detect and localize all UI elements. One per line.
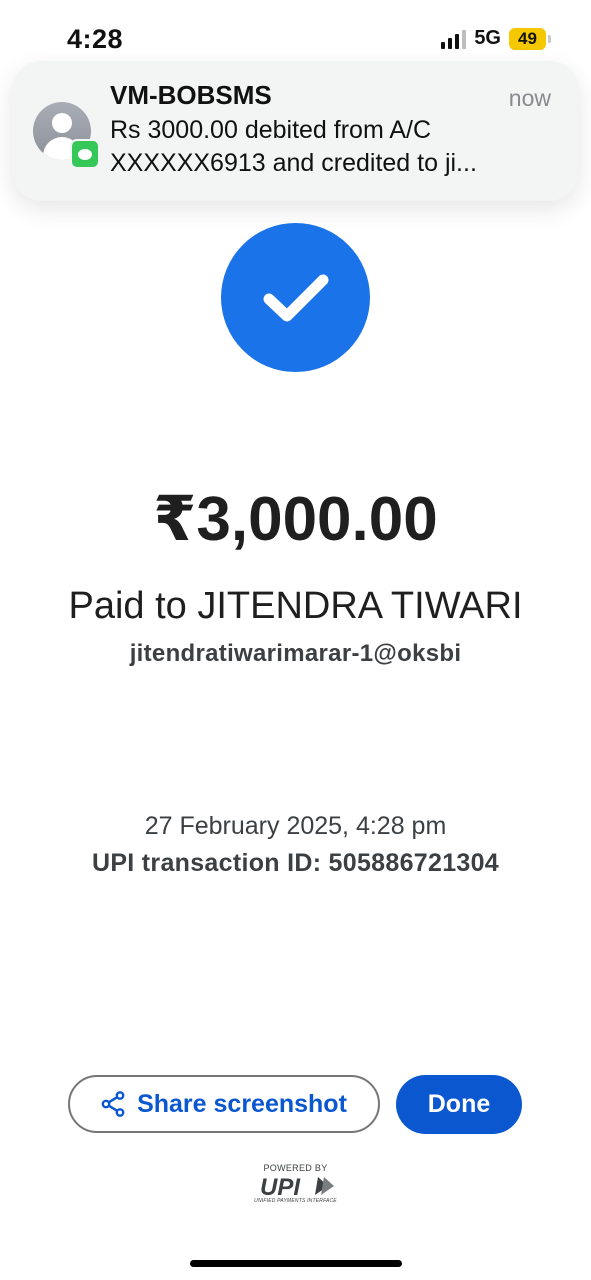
upi-logo-text: UPI [260, 1174, 301, 1198]
battery-level: 49 [518, 28, 537, 48]
upi-subtitle: UNIFIED PAYMENTS INTERFACE [254, 1198, 337, 1204]
sms-notification[interactable]: VM-BOBSMS now Rs 3000.00 debited from A/… [12, 61, 579, 201]
home-indicator[interactable] [190, 1260, 402, 1267]
payment-success-screen: 4:28 5G 49 VM-BOBSMS now Rs 3000.00 debi… [0, 0, 591, 1280]
upi-logo: UPI [260, 1174, 334, 1198]
notification-time: now [508, 85, 551, 111]
check-icon [263, 274, 328, 321]
upi-transaction-id: UPI transaction ID: 505886721304 [91, 849, 500, 877]
notification-message-line-1: Rs 3000.00 debited from A/C [110, 116, 432, 144]
battery-tip [548, 34, 551, 43]
done-button[interactable]: Done [396, 1075, 522, 1134]
status-indicators: 5G 49 [441, 27, 551, 50]
share-screenshot-button[interactable]: Share screenshot [68, 1075, 380, 1133]
notification-message-line-2: XXXXXX6913 and credited to ji... [110, 149, 477, 177]
messages-icon [70, 139, 100, 169]
notification-sender: VM-BOBSMS [110, 80, 272, 110]
payment-amount: ₹3,000.00 [153, 485, 438, 554]
signal-icon [441, 29, 467, 49]
success-check-badge [221, 223, 370, 372]
payee-name: Paid to JITENDRA TIWARI [68, 585, 523, 627]
powered-by-label: POWERED BY [263, 1163, 328, 1173]
payment-datetime: 27 February 2025, 4:28 pm [144, 812, 447, 840]
battery-icon: 49 [509, 27, 546, 50]
payee-upi-id: jitendratiwarimarar-1@oksbi [129, 640, 462, 667]
status-time: 4:28 [67, 24, 124, 54]
share-screenshot-label: Share screenshot [137, 1089, 347, 1118]
network-type: 5G [474, 27, 501, 49]
share-icon [101, 1091, 125, 1117]
